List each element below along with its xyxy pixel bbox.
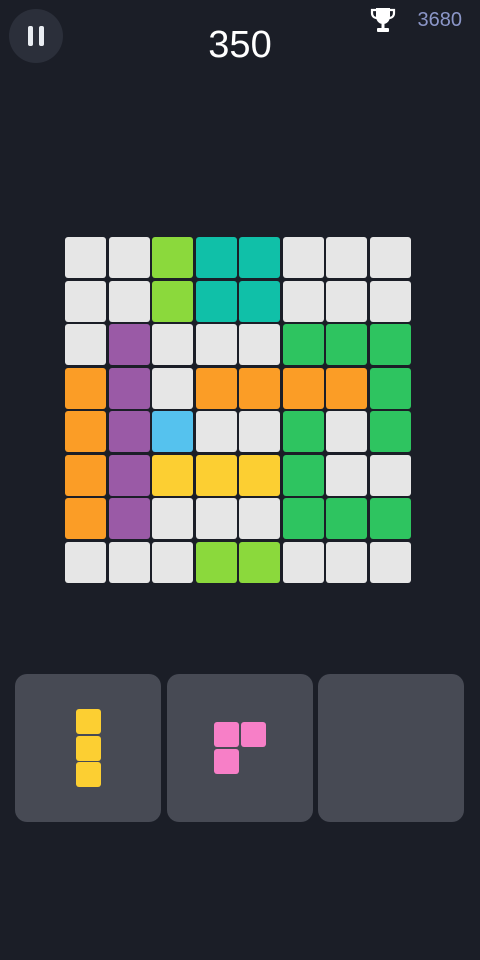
board-cell-empty[interactable] xyxy=(65,237,106,278)
board-cell-empty[interactable] xyxy=(282,280,324,322)
board-cell-filled[interactable] xyxy=(195,454,237,496)
board-cell-empty[interactable] xyxy=(369,237,411,278)
board-cell-empty[interactable] xyxy=(152,367,193,409)
board-cell-empty[interactable] xyxy=(369,541,411,583)
board-cell-filled[interactable] xyxy=(65,367,106,409)
piece-block[interactable] xyxy=(214,722,239,747)
piece-slot-1[interactable] xyxy=(15,674,161,822)
board-cell-filled[interactable] xyxy=(195,237,237,278)
board-cell-filled[interactable] xyxy=(239,237,280,278)
board-cell-empty[interactable] xyxy=(108,541,150,583)
board-cell-empty[interactable] xyxy=(282,237,324,278)
board-cell-filled[interactable] xyxy=(326,367,367,409)
board-cell-empty[interactable] xyxy=(326,411,367,452)
board-cell-filled[interactable] xyxy=(65,454,106,496)
board-cell-filled[interactable] xyxy=(108,498,150,539)
board-cell-empty[interactable] xyxy=(239,411,280,452)
board-cell-empty[interactable] xyxy=(65,541,106,583)
board-cell-empty[interactable] xyxy=(326,237,367,278)
board-cell-empty[interactable] xyxy=(326,280,367,322)
piece-slot-3[interactable] xyxy=(318,674,464,822)
board-cell-filled[interactable] xyxy=(152,411,193,452)
board-cell-empty[interactable] xyxy=(152,324,193,365)
board-cell-filled[interactable] xyxy=(108,367,150,409)
board-cell-filled[interactable] xyxy=(239,367,280,409)
board-cell-filled[interactable] xyxy=(282,367,324,409)
piece-slot-2[interactable] xyxy=(167,674,313,822)
board-cell-filled[interactable] xyxy=(282,454,324,496)
board-cell-empty[interactable] xyxy=(108,237,150,278)
board-cell-empty[interactable] xyxy=(239,324,280,365)
board-cell-filled[interactable] xyxy=(65,411,106,452)
board-cell-empty[interactable] xyxy=(326,541,367,583)
board-cell-filled[interactable] xyxy=(282,411,324,452)
board-cell-filled[interactable] xyxy=(326,324,367,365)
board-cell-filled[interactable] xyxy=(369,324,411,365)
board-cell-empty[interactable] xyxy=(195,411,237,452)
best-score: 3680 xyxy=(370,6,463,34)
board-cell-filled[interactable] xyxy=(195,280,237,322)
piece-block[interactable] xyxy=(76,709,101,734)
board-cell-empty[interactable] xyxy=(152,498,193,539)
board-cell-empty[interactable] xyxy=(369,454,411,496)
board-cell-empty[interactable] xyxy=(65,324,106,365)
board-cell-empty[interactable] xyxy=(282,541,324,583)
board-cell-filled[interactable] xyxy=(282,498,324,539)
piece-block[interactable] xyxy=(214,748,239,774)
board-cell-filled[interactable] xyxy=(239,454,280,496)
board-cell-empty[interactable] xyxy=(152,541,193,583)
board-cell-filled[interactable] xyxy=(108,324,150,365)
board-cell-filled[interactable] xyxy=(326,498,367,539)
board-cell-empty[interactable] xyxy=(65,280,106,322)
board-cell-empty[interactable] xyxy=(369,280,411,322)
board-cell-filled[interactable] xyxy=(152,454,193,496)
board-cell-filled[interactable] xyxy=(152,237,193,278)
board-cell-filled[interactable] xyxy=(369,367,411,409)
piece-block[interactable] xyxy=(76,735,101,761)
piece-block[interactable] xyxy=(76,762,101,787)
board-cell-filled[interactable] xyxy=(282,324,324,365)
board-cell-empty[interactable] xyxy=(239,498,280,539)
board-cell-filled[interactable] xyxy=(152,280,193,322)
board-cell-empty[interactable] xyxy=(195,324,237,365)
board-cell-filled[interactable] xyxy=(369,411,411,452)
board-cell-empty[interactable] xyxy=(326,454,367,496)
board-cell-empty[interactable] xyxy=(108,280,150,322)
board-cell-filled[interactable] xyxy=(65,498,106,539)
trophy-icon xyxy=(370,8,395,32)
board-cell-filled[interactable] xyxy=(369,498,411,539)
best-score-value: 3680 xyxy=(417,8,463,31)
board-cell-filled[interactable] xyxy=(108,411,150,452)
board-cell-filled[interactable] xyxy=(239,280,280,322)
board-cell-filled[interactable] xyxy=(195,367,237,409)
board-cell-filled[interactable] xyxy=(108,454,150,496)
piece-block[interactable] xyxy=(240,722,266,747)
board-cell-filled[interactable] xyxy=(195,541,237,583)
board-cell-empty[interactable] xyxy=(195,498,237,539)
game-board[interactable] xyxy=(65,237,415,587)
board-cell-filled[interactable] xyxy=(239,541,280,583)
